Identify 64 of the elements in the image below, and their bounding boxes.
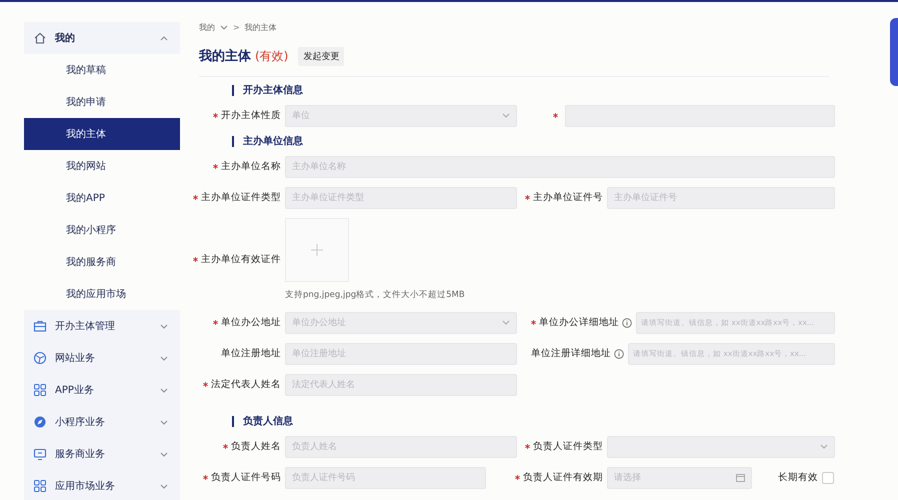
chevron-icon	[160, 324, 168, 328]
submenu-item[interactable]: 我的APP	[24, 182, 180, 214]
submenu-item[interactable]: 我的应用市场	[24, 278, 180, 310]
submenu-item[interactable]: 我的主体	[24, 118, 180, 150]
menu-item[interactable]: 我的	[24, 22, 180, 54]
chevron-icon	[160, 484, 168, 488]
chevron-icon	[502, 113, 510, 118]
checkbox[interactable]	[822, 472, 834, 484]
breadcrumb-link[interactable]: 我的	[199, 22, 215, 32]
status-label: (有效)	[255, 48, 288, 64]
breadcrumb-separator: >	[233, 22, 240, 32]
field-label: 单位注册地址	[221, 347, 281, 360]
chevron-icon	[160, 36, 168, 40]
field-label: 单位办公详细地址	[539, 316, 619, 329]
grid-icon	[33, 479, 47, 493]
field-label: 主办单位证件类型	[201, 191, 281, 204]
field-label: 负责人姓名	[231, 440, 281, 453]
calendar-icon	[736, 473, 745, 482]
compass-icon	[33, 415, 47, 429]
field-label: 开办主体性质	[221, 109, 281, 122]
breadcrumb-current: 我的主体	[244, 22, 277, 32]
section-title: 开办主体信息	[243, 83, 303, 97]
page-title: 我的主体	[199, 48, 251, 65]
menu-item[interactable]: 网站业务	[24, 342, 180, 374]
briefcase-icon	[33, 319, 47, 333]
submenu-item[interactable]: 我的网站	[24, 150, 180, 182]
field-label: 负责人证件号码	[211, 471, 281, 484]
menu-item[interactable]: 开办主体管理	[24, 310, 180, 342]
monitor-icon	[33, 447, 47, 461]
menu-item[interactable]: 应用市场业务	[24, 470, 180, 500]
chevron-icon	[160, 356, 168, 360]
submenu-item[interactable]: 我的申请	[24, 86, 180, 118]
section-title: 主办单位信息	[243, 134, 303, 148]
field-label: 负责人证件有效期	[523, 471, 603, 484]
field-label: 主办单位有效证件	[201, 253, 281, 266]
submenu-item[interactable]: 我的小程序	[24, 214, 180, 246]
field-label: 负责人证件类型	[533, 440, 603, 453]
submenu-item[interactable]: 我的草稿	[24, 54, 180, 86]
chevron-icon	[220, 24, 228, 30]
upload-hint: 支持png,jpeg,jpg格式，文件大小不超过5MB	[285, 289, 465, 301]
field-label: 主办单位证件号	[533, 191, 603, 204]
submenu-item[interactable]: 我的服务商	[24, 246, 180, 278]
menu-item[interactable]: APP业务	[24, 374, 180, 406]
globe-icon	[33, 351, 47, 365]
chevron-icon	[160, 452, 168, 456]
plus-icon	[311, 244, 323, 256]
chevron-icon	[160, 420, 168, 424]
chevron-icon	[160, 388, 168, 392]
field-label: 主办单位名称	[221, 160, 281, 173]
field-label: 法定代表人姓名	[211, 378, 281, 391]
field-label: 单位办公地址	[221, 316, 281, 329]
upload-box[interactable]	[285, 218, 349, 282]
chevron-icon	[820, 444, 828, 449]
checkbox-label: 长期有效	[778, 471, 818, 484]
section-title: 负责人信息	[243, 414, 293, 428]
chevron-icon	[502, 320, 510, 325]
home-icon	[33, 31, 47, 45]
change-button[interactable]: 发起变更	[298, 46, 344, 66]
grid-icon	[33, 383, 47, 397]
field-label: 单位注册详细地址	[531, 347, 611, 360]
select-field[interactable]	[607, 436, 835, 458]
floating-tab[interactable]	[890, 18, 898, 86]
menu-item[interactable]: 服务商业务	[24, 438, 180, 470]
menu-item[interactable]: 小程序业务	[24, 406, 180, 438]
